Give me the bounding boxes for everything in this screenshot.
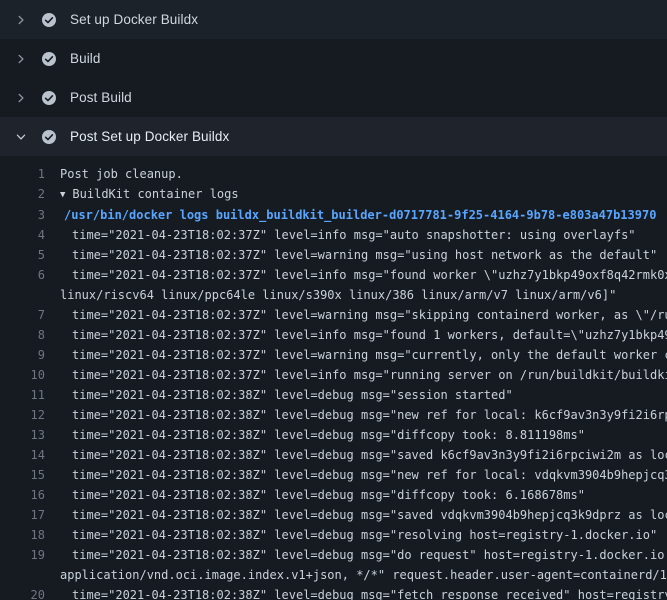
line-number[interactable]: 7 <box>0 305 50 325</box>
log-line: 7 time="2021-04-23T18:02:37Z" level=warn… <box>0 305 667 325</box>
check-circle-icon <box>41 129 57 145</box>
line-number[interactable]: 13 <box>0 425 50 445</box>
chevron-icon <box>13 129 29 145</box>
line-number[interactable]: 1 <box>0 164 50 184</box>
line-number[interactable]: 19 <box>0 545 50 565</box>
group-label: BuildKit container logs <box>72 187 238 201</box>
group-toggle-icon[interactable]: ▼ <box>60 185 65 205</box>
log-text: time="2021-04-23T18:02:38Z" level=debug … <box>50 445 667 465</box>
log-line: 3 /usr/bin/docker logs buildx_buildkit_b… <box>0 205 667 225</box>
log-text: time="2021-04-23T18:02:38Z" level=debug … <box>50 465 667 485</box>
log-text: time="2021-04-23T18:02:38Z" level=debug … <box>50 425 667 445</box>
chevron-icon <box>13 90 29 106</box>
log-text: application/vnd.oci.image.index.v1+json,… <box>50 565 667 585</box>
chevron-icon <box>13 12 29 28</box>
step-header[interactable]: Post Build <box>0 78 667 117</box>
log-line: 11 time="2021-04-23T18:02:38Z" level=deb… <box>0 385 667 405</box>
step-title: Post Set up Docker Buildx <box>70 129 229 144</box>
line-number[interactable]: 12 <box>0 405 50 425</box>
log-text: time="2021-04-23T18:02:38Z" level=debug … <box>50 525 667 545</box>
line-number[interactable]: 6 <box>0 265 50 285</box>
step-title: Build <box>70 51 101 66</box>
log-text: time="2021-04-23T18:02:37Z" level=info m… <box>50 225 667 245</box>
log-line: 12 time="2021-04-23T18:02:38Z" level=deb… <box>0 405 667 425</box>
log-text: linux/riscv64 linux/ppc64le linux/s390x … <box>50 285 667 305</box>
step-header[interactable]: Set up Docker Buildx <box>0 0 667 39</box>
step-header[interactable]: Build <box>0 39 667 78</box>
log-line: 6 time="2021-04-23T18:02:37Z" level=info… <box>0 265 667 285</box>
check-circle-icon <box>41 12 57 28</box>
log-text: time="2021-04-23T18:02:37Z" level=info m… <box>50 325 667 345</box>
line-number <box>0 565 50 585</box>
log-line: 14 time="2021-04-23T18:02:38Z" level=deb… <box>0 445 667 465</box>
log-line: 4 time="2021-04-23T18:02:37Z" level=info… <box>0 225 667 245</box>
line-number[interactable]: 15 <box>0 465 50 485</box>
log-text: time="2021-04-23T18:02:37Z" level=warnin… <box>50 305 667 325</box>
log-text: Post job cleanup. <box>50 164 667 184</box>
log-text: time="2021-04-23T18:02:37Z" level=info m… <box>50 265 667 285</box>
log-text: ▼ BuildKit container logs <box>50 184 667 205</box>
line-number[interactable]: 5 <box>0 245 50 265</box>
line-number <box>0 285 50 305</box>
log-line: 9 time="2021-04-23T18:02:37Z" level=warn… <box>0 345 667 365</box>
line-number[interactable]: 9 <box>0 345 50 365</box>
log-line: 5 time="2021-04-23T18:02:37Z" level=warn… <box>0 245 667 265</box>
log-line-continuation: application/vnd.oci.image.index.v1+json,… <box>0 565 667 585</box>
line-number[interactable]: 10 <box>0 365 50 385</box>
step-header[interactable]: Post Set up Docker Buildx <box>0 117 667 156</box>
line-number[interactable]: 11 <box>0 385 50 405</box>
line-number[interactable]: 2 <box>0 184 50 205</box>
log-line: 17 time="2021-04-23T18:02:38Z" level=deb… <box>0 505 667 525</box>
line-number[interactable]: 18 <box>0 525 50 545</box>
check-circle-icon <box>41 90 57 106</box>
step-title: Post Build <box>70 90 132 105</box>
log-text: time="2021-04-23T18:02:38Z" level=debug … <box>50 485 667 505</box>
log-text: time="2021-04-23T18:02:37Z" level=warnin… <box>50 345 667 365</box>
line-number[interactable]: 14 <box>0 445 50 465</box>
line-number[interactable]: 17 <box>0 505 50 525</box>
log-text: time="2021-04-23T18:02:38Z" level=debug … <box>50 385 667 405</box>
log-line: 16 time="2021-04-23T18:02:38Z" level=deb… <box>0 485 667 505</box>
log-line: 2 ▼ BuildKit container logs <box>0 184 667 205</box>
log-line-continuation: linux/riscv64 linux/ppc64le linux/s390x … <box>0 285 667 305</box>
log-line: 15 time="2021-04-23T18:02:38Z" level=deb… <box>0 465 667 485</box>
log-text: time="2021-04-23T18:02:37Z" level=info m… <box>50 365 667 385</box>
line-number[interactable]: 3 <box>0 205 50 225</box>
chevron-icon <box>13 51 29 67</box>
log-line: 10 time="2021-04-23T18:02:37Z" level=inf… <box>0 365 667 385</box>
line-number[interactable]: 4 <box>0 225 50 245</box>
log-line: 1 Post job cleanup. <box>0 164 667 184</box>
log-line: 20 time="2021-04-23T18:02:38Z" level=deb… <box>0 585 667 600</box>
log-text: time="2021-04-23T18:02:38Z" level=debug … <box>50 585 667 600</box>
log-text: time="2021-04-23T18:02:38Z" level=debug … <box>50 405 667 425</box>
line-number[interactable]: 20 <box>0 585 50 600</box>
log-text: time="2021-04-23T18:02:38Z" level=debug … <box>50 545 667 565</box>
step-title: Set up Docker Buildx <box>70 12 198 27</box>
log-line: 18 time="2021-04-23T18:02:38Z" level=deb… <box>0 525 667 545</box>
step-list: Set up Docker Buildx Build P <box>0 0 667 156</box>
log-text: time="2021-04-23T18:02:38Z" level=debug … <box>50 505 667 525</box>
actions-log-viewer: Set up Docker Buildx Build P <box>0 0 667 600</box>
log-text: /usr/bin/docker logs buildx_buildkit_bui… <box>50 205 667 225</box>
log-lines: 1 Post job cleanup. 2 ▼ BuildKit containe… <box>0 156 667 600</box>
line-number[interactable]: 16 <box>0 485 50 505</box>
check-circle-icon <box>41 51 57 67</box>
log-line: 8 time="2021-04-23T18:02:37Z" level=info… <box>0 325 667 345</box>
log-text: time="2021-04-23T18:02:37Z" level=warnin… <box>50 245 667 265</box>
log-line: 13 time="2021-04-23T18:02:38Z" level=deb… <box>0 425 667 445</box>
log-line: 19 time="2021-04-23T18:02:38Z" level=deb… <box>0 545 667 565</box>
line-number[interactable]: 8 <box>0 325 50 345</box>
